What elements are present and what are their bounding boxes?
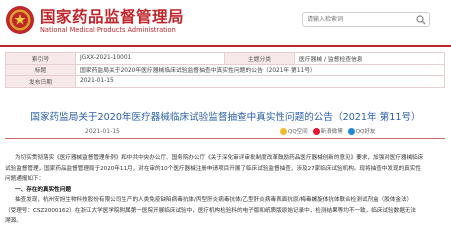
table-row: 发布日期 2021-01-15 xyxy=(5,75,445,88)
paragraph-line: 抽查发现，杭州安旭生物科技股份有限公司生产的人类免疫缺陷病毒抗体/丙型肝炎病毒抗… xyxy=(15,197,413,203)
article-title: 国家药监局关于2020年医疗器械临床试验监督抽查中真实性问题的公告（2021年 … xyxy=(30,112,421,123)
index-label: 索引号 xyxy=(5,52,76,65)
share-weibo-label: 新浪微博 xyxy=(320,129,343,135)
share-weibo[interactable]: 新浪微博 xyxy=(312,127,343,135)
paragraph-line: 问题通报如下： xyxy=(5,176,45,182)
paragraph-line: 试验监督管理，国家药品监督管理局于2020年11月，对在审的10个医疗器械注册申… xyxy=(5,165,421,172)
info-table: 索引号 JGXX-2021-10001 主题分类 医疗器械 / 监督检查信息 标… xyxy=(5,52,445,88)
share-qq-label: QQ好友 xyxy=(355,129,376,135)
paragraph-line: 为切实贯彻落实《医疗器械监督管理条例》和中共中央办公厅、国务院办公厅《关于深化审… xyxy=(15,155,424,161)
site-title[interactable]: 国家药品监督管理局 xyxy=(40,5,184,27)
weibo-icon xyxy=(312,127,320,135)
paragraph-line: （受理号：CSZ2000162）在浙江大学医学院附属第一医院开展临床试验中，医疗… xyxy=(5,207,416,214)
share-qzone-label: QQ空间 xyxy=(288,129,308,135)
paragraph-line: 溯源。 xyxy=(5,218,22,224)
article-date: 2021-01-15 xyxy=(85,128,120,135)
title-label: 标题 xyxy=(5,63,76,76)
qq-icon xyxy=(347,127,355,135)
table-row: 索引号 JGXX-2021-10001 主题分类 医疗器械 / 监督检查信息 xyxy=(5,52,445,65)
emblem-logo-icon xyxy=(6,6,34,34)
search-icon[interactable] xyxy=(416,15,426,25)
article-divider xyxy=(5,138,445,139)
share-qzone[interactable]: QQ空间 xyxy=(280,127,308,135)
site-header: 国家药品监督管理局 National Medical Products Admi… xyxy=(0,0,451,45)
title-value: 国家药监局关于2020年医疗器械临床试验监督抽查中真实性问题的公告（2021年 … xyxy=(75,63,445,76)
share-qq[interactable]: QQ好友 xyxy=(347,127,376,135)
date-label: 发布日期 xyxy=(5,75,76,88)
site-subtitle: National Medical Products Administration xyxy=(40,26,176,34)
search-input[interactable] xyxy=(303,13,415,26)
date-value: 2021-01-15 xyxy=(75,75,445,88)
section-heading: 一、存在的真实性问题 xyxy=(15,186,71,193)
table-row: 标题 国家药监局关于2020年医疗器械临床试验监督抽查中真实性问题的公告（202… xyxy=(5,63,445,76)
category-value: 医疗器械 / 监督检查信息 xyxy=(294,52,445,65)
search-box xyxy=(302,12,430,27)
category-label: 主题分类 xyxy=(224,52,295,65)
article-body: 为切实贯彻落实《医疗器械监督管理条例》和中共中央办公厅、国务院办公厅《关于深化审… xyxy=(5,153,445,227)
header-divider xyxy=(0,45,451,47)
index-value: JGXX-2021-10001 xyxy=(75,52,225,65)
share-bar: QQ空间 新浪微博 QQ好友 xyxy=(280,126,375,136)
qzone-icon xyxy=(280,127,287,135)
